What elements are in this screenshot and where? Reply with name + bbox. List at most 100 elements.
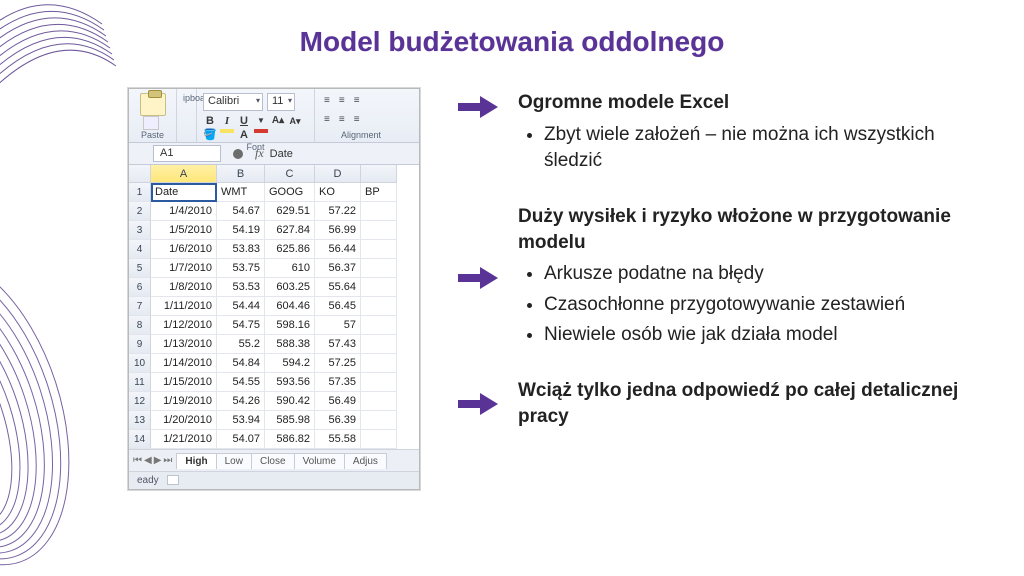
italic-button: I	[220, 114, 234, 128]
table-cell: 54.55	[217, 373, 265, 392]
alignment-group-label: Alignment	[321, 130, 401, 140]
status-bar: eady	[129, 471, 419, 489]
sheet-tab: Close	[251, 453, 295, 469]
table-cell	[361, 392, 397, 411]
paste-label: Paste	[141, 130, 164, 140]
table-cell: 56.37	[315, 259, 361, 278]
table-cell	[361, 278, 397, 297]
col-header: C	[265, 165, 315, 183]
table-cell: 627.84	[265, 221, 315, 240]
underline-button: U	[237, 114, 251, 128]
slide-title: Model budżetowania oddolnego	[0, 0, 1024, 58]
row-header: 4	[129, 240, 151, 259]
spreadsheet-grid: A B C D 1DateWMTGOOGKOBP21/4/201054.6762…	[129, 165, 419, 449]
row-header: 3	[129, 221, 151, 240]
table-cell: 57.35	[315, 373, 361, 392]
col-header	[361, 165, 397, 183]
table-cell: KO	[315, 183, 361, 202]
font-grow-icon: A▴	[271, 114, 285, 128]
table-cell: GOOG	[265, 183, 315, 202]
table-cell: 53.83	[217, 240, 265, 259]
font-shrink-icon: A▾	[288, 114, 302, 128]
table-cell: 56.99	[315, 221, 361, 240]
table-cell	[361, 240, 397, 259]
sheet-tab: High	[176, 453, 216, 469]
font-color-icon: A	[237, 128, 251, 142]
tab-scroll-first-icon: ⏮	[133, 455, 142, 466]
name-box-dropdown-icon	[233, 149, 243, 159]
sheet-tab: Volume	[294, 453, 345, 469]
table-cell	[361, 221, 397, 240]
table-cell: 588.38	[265, 335, 315, 354]
table-cell: 1/8/2010	[151, 278, 217, 297]
status-text: eady	[137, 475, 159, 486]
table-cell: 54.75	[217, 316, 265, 335]
table-cell: BP	[361, 183, 397, 202]
row-header: 13	[129, 411, 151, 430]
fill-color-swatch	[220, 129, 234, 133]
arrow-icon	[452, 378, 500, 429]
table-cell: Date	[151, 183, 217, 202]
row-header: 12	[129, 392, 151, 411]
table-cell	[361, 297, 397, 316]
fx-icon: fx	[255, 146, 264, 161]
table-cell: 586.82	[265, 430, 315, 449]
table-cell: 598.16	[265, 316, 315, 335]
tab-scroll-next-icon: ▶	[154, 455, 162, 466]
table-cell: 1/20/2010	[151, 411, 217, 430]
point-heading: Ogromne modele Excel	[518, 90, 998, 116]
table-cell: 1/13/2010	[151, 335, 217, 354]
arrow-icon	[452, 204, 500, 352]
table-cell: 56.44	[315, 240, 361, 259]
table-cell: 55.64	[315, 278, 361, 297]
table-cell: 585.98	[265, 411, 315, 430]
table-cell: 1/4/2010	[151, 202, 217, 221]
row-header: 11	[129, 373, 151, 392]
name-box: A1	[153, 145, 221, 162]
table-cell	[361, 411, 397, 430]
table-cell: 56.49	[315, 392, 361, 411]
col-header: D	[315, 165, 361, 183]
table-cell: 54.44	[217, 297, 265, 316]
table-cell: 604.46	[265, 297, 315, 316]
row-header: 8	[129, 316, 151, 335]
font-name-select: Calibri	[203, 93, 263, 111]
row-header: 10	[129, 354, 151, 373]
table-cell: 54.19	[217, 221, 265, 240]
cut-icon	[143, 116, 159, 130]
table-cell: 54.07	[217, 430, 265, 449]
table-cell: 57.43	[315, 335, 361, 354]
table-cell: 1/7/2010	[151, 259, 217, 278]
align-mid-icon: ≡	[336, 93, 348, 108]
row-header: 7	[129, 297, 151, 316]
table-cell: 610	[265, 259, 315, 278]
table-cell: 1/6/2010	[151, 240, 217, 259]
table-cell: 53.75	[217, 259, 265, 278]
row-header: 5	[129, 259, 151, 278]
col-header: B	[217, 165, 265, 183]
table-cell: 1/21/2010	[151, 430, 217, 449]
table-cell: 53.94	[217, 411, 265, 430]
table-cell	[361, 354, 397, 373]
table-cell: 1/14/2010	[151, 354, 217, 373]
table-cell: 55.2	[217, 335, 265, 354]
align-left-icon: ≡	[321, 112, 333, 127]
point-bullet: Czasochłonne przygotowywanie zestawień	[544, 292, 998, 318]
clipboard-label: ipboard	[183, 93, 190, 103]
sheet-tab: Adjus	[344, 453, 387, 469]
font-color-swatch	[254, 129, 268, 133]
table-cell: 1/12/2010	[151, 316, 217, 335]
border-button: ▼	[254, 114, 268, 128]
point-bullet: Arkusze podatne na błędy	[544, 261, 998, 287]
table-cell: 625.86	[265, 240, 315, 259]
table-cell: 593.56	[265, 373, 315, 392]
record-macro-icon	[167, 475, 179, 485]
table-cell: 590.42	[265, 392, 315, 411]
table-cell: 57	[315, 316, 361, 335]
table-cell	[361, 259, 397, 278]
table-cell: 56.39	[315, 411, 361, 430]
tab-scroll-last-icon: ⏭	[163, 455, 172, 466]
excel-screenshot: Paste ipboard Calibri 11 B I U ▼ A▴	[128, 88, 420, 490]
table-cell: 57.25	[315, 354, 361, 373]
font-size-select: 11	[267, 93, 295, 111]
